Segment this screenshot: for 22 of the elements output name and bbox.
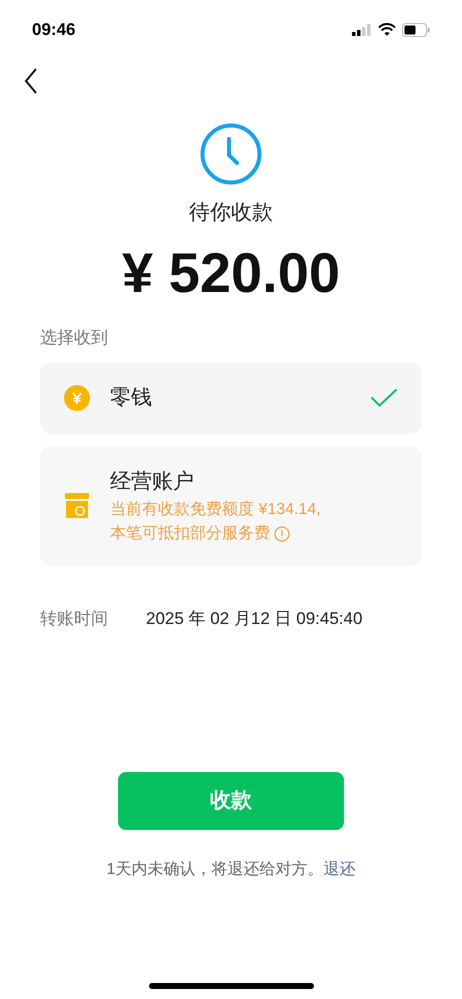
return-link[interactable]: 退还 <box>323 861 356 878</box>
return-notice: 1天内未确认，将退还给对方。退还 <box>106 860 356 880</box>
check-icon <box>370 388 398 408</box>
yuan-coin-icon <box>64 385 90 411</box>
account-option[interactable]: 零钱 <box>40 362 422 434</box>
amount: ¥ 520.00 <box>122 240 340 306</box>
account-option[interactable]: 经营账户 当前有收款免费额度 ¥134.14, 本笔可抵扣部分服务费 <box>40 446 422 566</box>
transfer-time-value: 2025 年 02 月12 日 09:45:40 <box>146 608 362 630</box>
account-hint: 当前有收款免费额度 ¥134.14, <box>110 500 321 520</box>
wifi-icon <box>378 23 396 36</box>
clock-icon <box>200 123 262 185</box>
status-title: 待你收款 <box>189 200 273 226</box>
section-label: 选择收到 <box>39 326 109 348</box>
back-icon <box>24 68 38 94</box>
status-time: 09:46 <box>32 18 76 41</box>
signal-icon <box>352 24 372 36</box>
account-hint: 本笔可抵扣部分服务费 <box>110 524 270 544</box>
shop-icon <box>64 492 90 520</box>
transfer-time-label: 转账时间 <box>40 608 108 630</box>
account-name: 经营账户 <box>110 469 195 495</box>
account-name: 零钱 <box>110 385 153 412</box>
battery-icon <box>402 22 430 36</box>
